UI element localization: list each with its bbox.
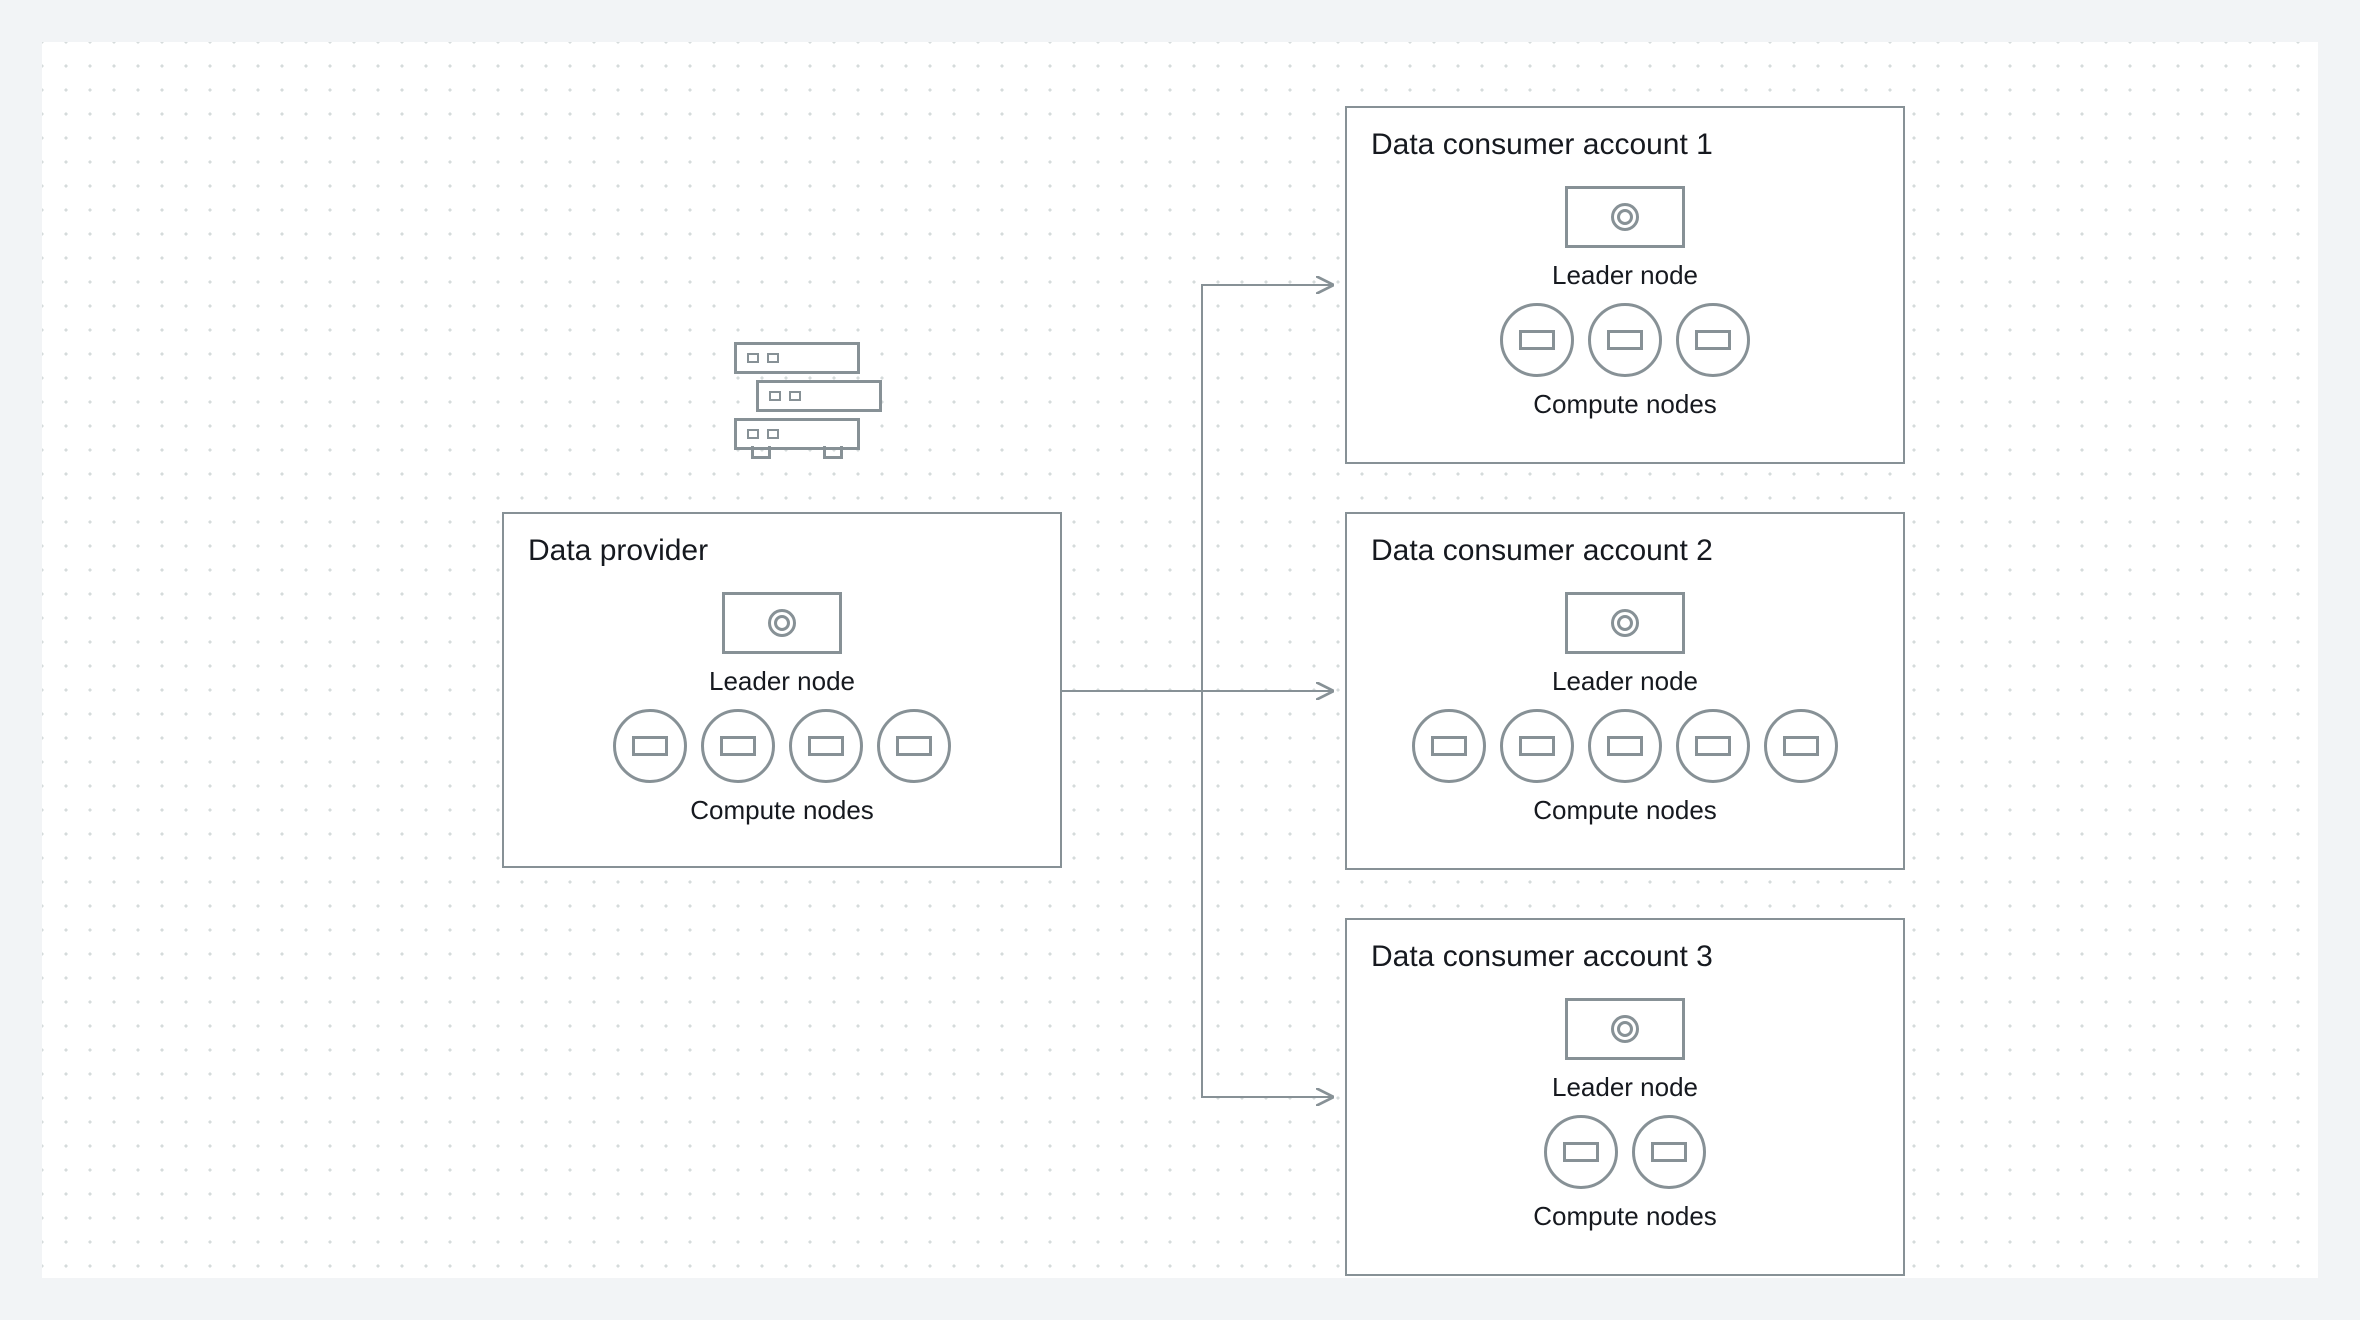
compute-nodes-label: Compute nodes <box>690 795 874 826</box>
data-consumer-2-title: Data consumer account 2 <box>1371 534 1879 568</box>
compute-node-icon <box>1676 303 1750 377</box>
diagram-canvas: Data provider Leader node Compute nodes … <box>42 42 2318 1278</box>
server-unit-icon <box>734 418 860 450</box>
data-consumer-3-title: Data consumer account 3 <box>1371 940 1879 974</box>
consumer-3-cluster: Leader node Compute nodes <box>1371 998 1879 1232</box>
consumer-2-cluster: Leader node Compute nodes <box>1371 592 1879 826</box>
leader-node-icon <box>722 592 842 654</box>
data-consumer-2-box: Data consumer account 2 Leader node Comp… <box>1345 512 1905 870</box>
compute-node-icon <box>613 709 687 783</box>
compute-node-row <box>1500 303 1750 377</box>
compute-node-icon <box>1632 1115 1706 1189</box>
leader-node-label: Leader node <box>1552 260 1698 291</box>
leader-node-icon <box>1565 186 1685 248</box>
compute-node-icon <box>1588 709 1662 783</box>
leader-node-label: Leader node <box>709 666 855 697</box>
compute-node-icon <box>877 709 951 783</box>
compute-node-row <box>613 709 951 783</box>
compute-node-icon <box>1500 303 1574 377</box>
compute-nodes-label: Compute nodes <box>1533 795 1717 826</box>
compute-node-icon <box>701 709 775 783</box>
provider-cluster: Leader node Compute nodes <box>528 592 1036 826</box>
compute-node-icon <box>1764 709 1838 783</box>
leader-node-icon <box>1565 998 1685 1060</box>
leader-node-label: Leader node <box>1552 666 1698 697</box>
data-provider-box: Data provider Leader node Compute nodes <box>502 512 1062 868</box>
data-consumer-1-title: Data consumer account 1 <box>1371 128 1879 162</box>
compute-node-icon <box>789 709 863 783</box>
compute-node-icon <box>1500 709 1574 783</box>
compute-node-icon <box>1588 303 1662 377</box>
compute-nodes-label: Compute nodes <box>1533 1201 1717 1232</box>
compute-node-icon <box>1676 709 1750 783</box>
compute-nodes-label: Compute nodes <box>1533 389 1717 420</box>
consumer-1-cluster: Leader node Compute nodes <box>1371 186 1879 420</box>
data-provider-title: Data provider <box>528 534 1036 568</box>
leader-node-icon <box>1565 592 1685 654</box>
connector-arrows <box>42 42 2318 1278</box>
server-unit-icon <box>756 380 882 412</box>
server-unit-icon <box>734 342 860 374</box>
compute-node-row <box>1412 709 1838 783</box>
compute-node-icon <box>1412 709 1486 783</box>
data-consumer-1-box: Data consumer account 1 Leader node Comp… <box>1345 106 1905 464</box>
leader-node-label: Leader node <box>1552 1072 1698 1103</box>
compute-node-icon <box>1544 1115 1618 1189</box>
server-stack-icon <box>712 342 882 450</box>
compute-node-row <box>1544 1115 1706 1189</box>
data-consumer-3-box: Data consumer account 3 Leader node Comp… <box>1345 918 1905 1276</box>
page: Data provider Leader node Compute nodes … <box>0 0 2360 1320</box>
